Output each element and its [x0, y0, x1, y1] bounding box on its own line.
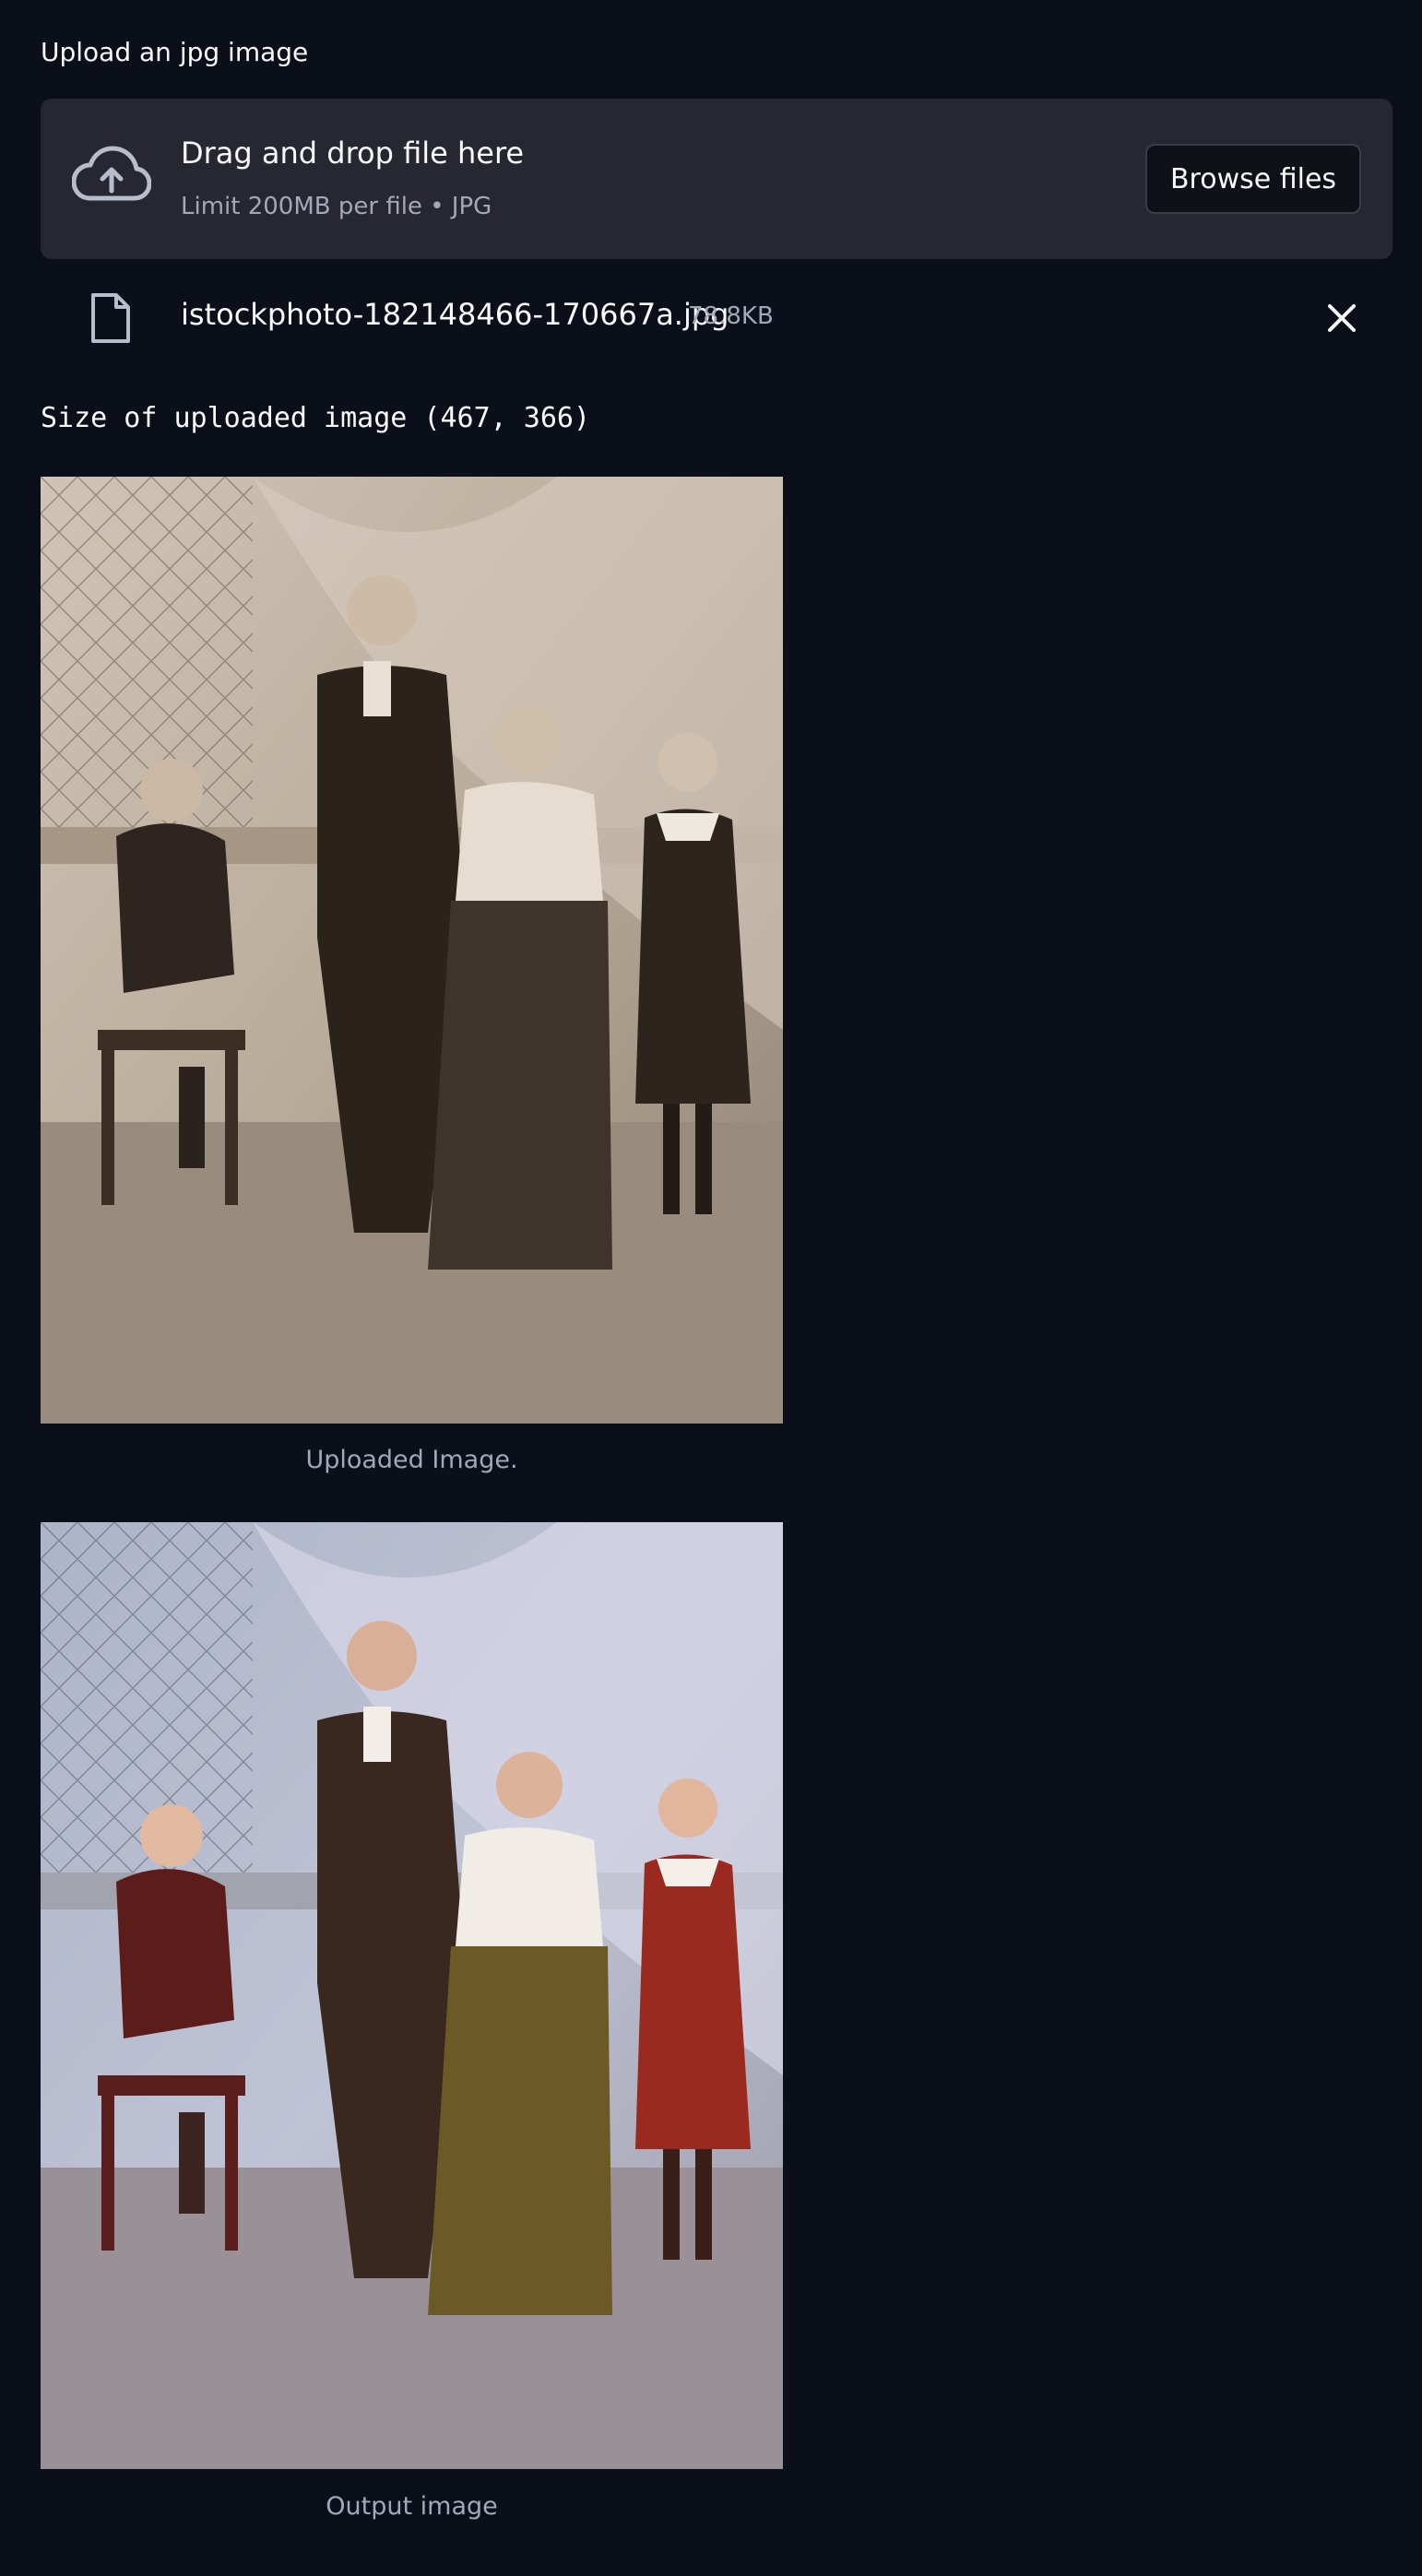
output-image-caption: Output image [326, 2492, 498, 2521]
uploaded-image [41, 477, 783, 1424]
image-size-text: Size of uploaded image (467, 366) [41, 402, 591, 434]
output-image [41, 1522, 783, 2469]
uploaded-file-row: istockphoto-182148466-170667a.jpg 78.8KB [41, 286, 1392, 350]
file-dropzone[interactable]: Drag and drop file here Limit 200MB per … [41, 99, 1392, 259]
uploaded-image-caption: Uploaded Image. [305, 1446, 518, 1474]
app-page: Upload an jpg image Drag and drop file h… [0, 0, 1422, 2576]
file-icon [91, 293, 130, 343]
dropzone-title: Drag and drop file here [181, 136, 525, 171]
browse-files-button[interactable]: Browse files [1145, 144, 1361, 214]
close-icon[interactable] [1322, 299, 1361, 337]
uploaded-file-size: 78.8KB [688, 302, 774, 330]
uploaded-file-name: istockphoto-182148466-170667a.jpg [181, 297, 729, 332]
upload-label: Upload an jpg image [41, 37, 309, 67]
cloud-upload-icon [72, 146, 151, 201]
dropzone-limit-text: Limit 200MB per file • JPG [181, 193, 492, 220]
